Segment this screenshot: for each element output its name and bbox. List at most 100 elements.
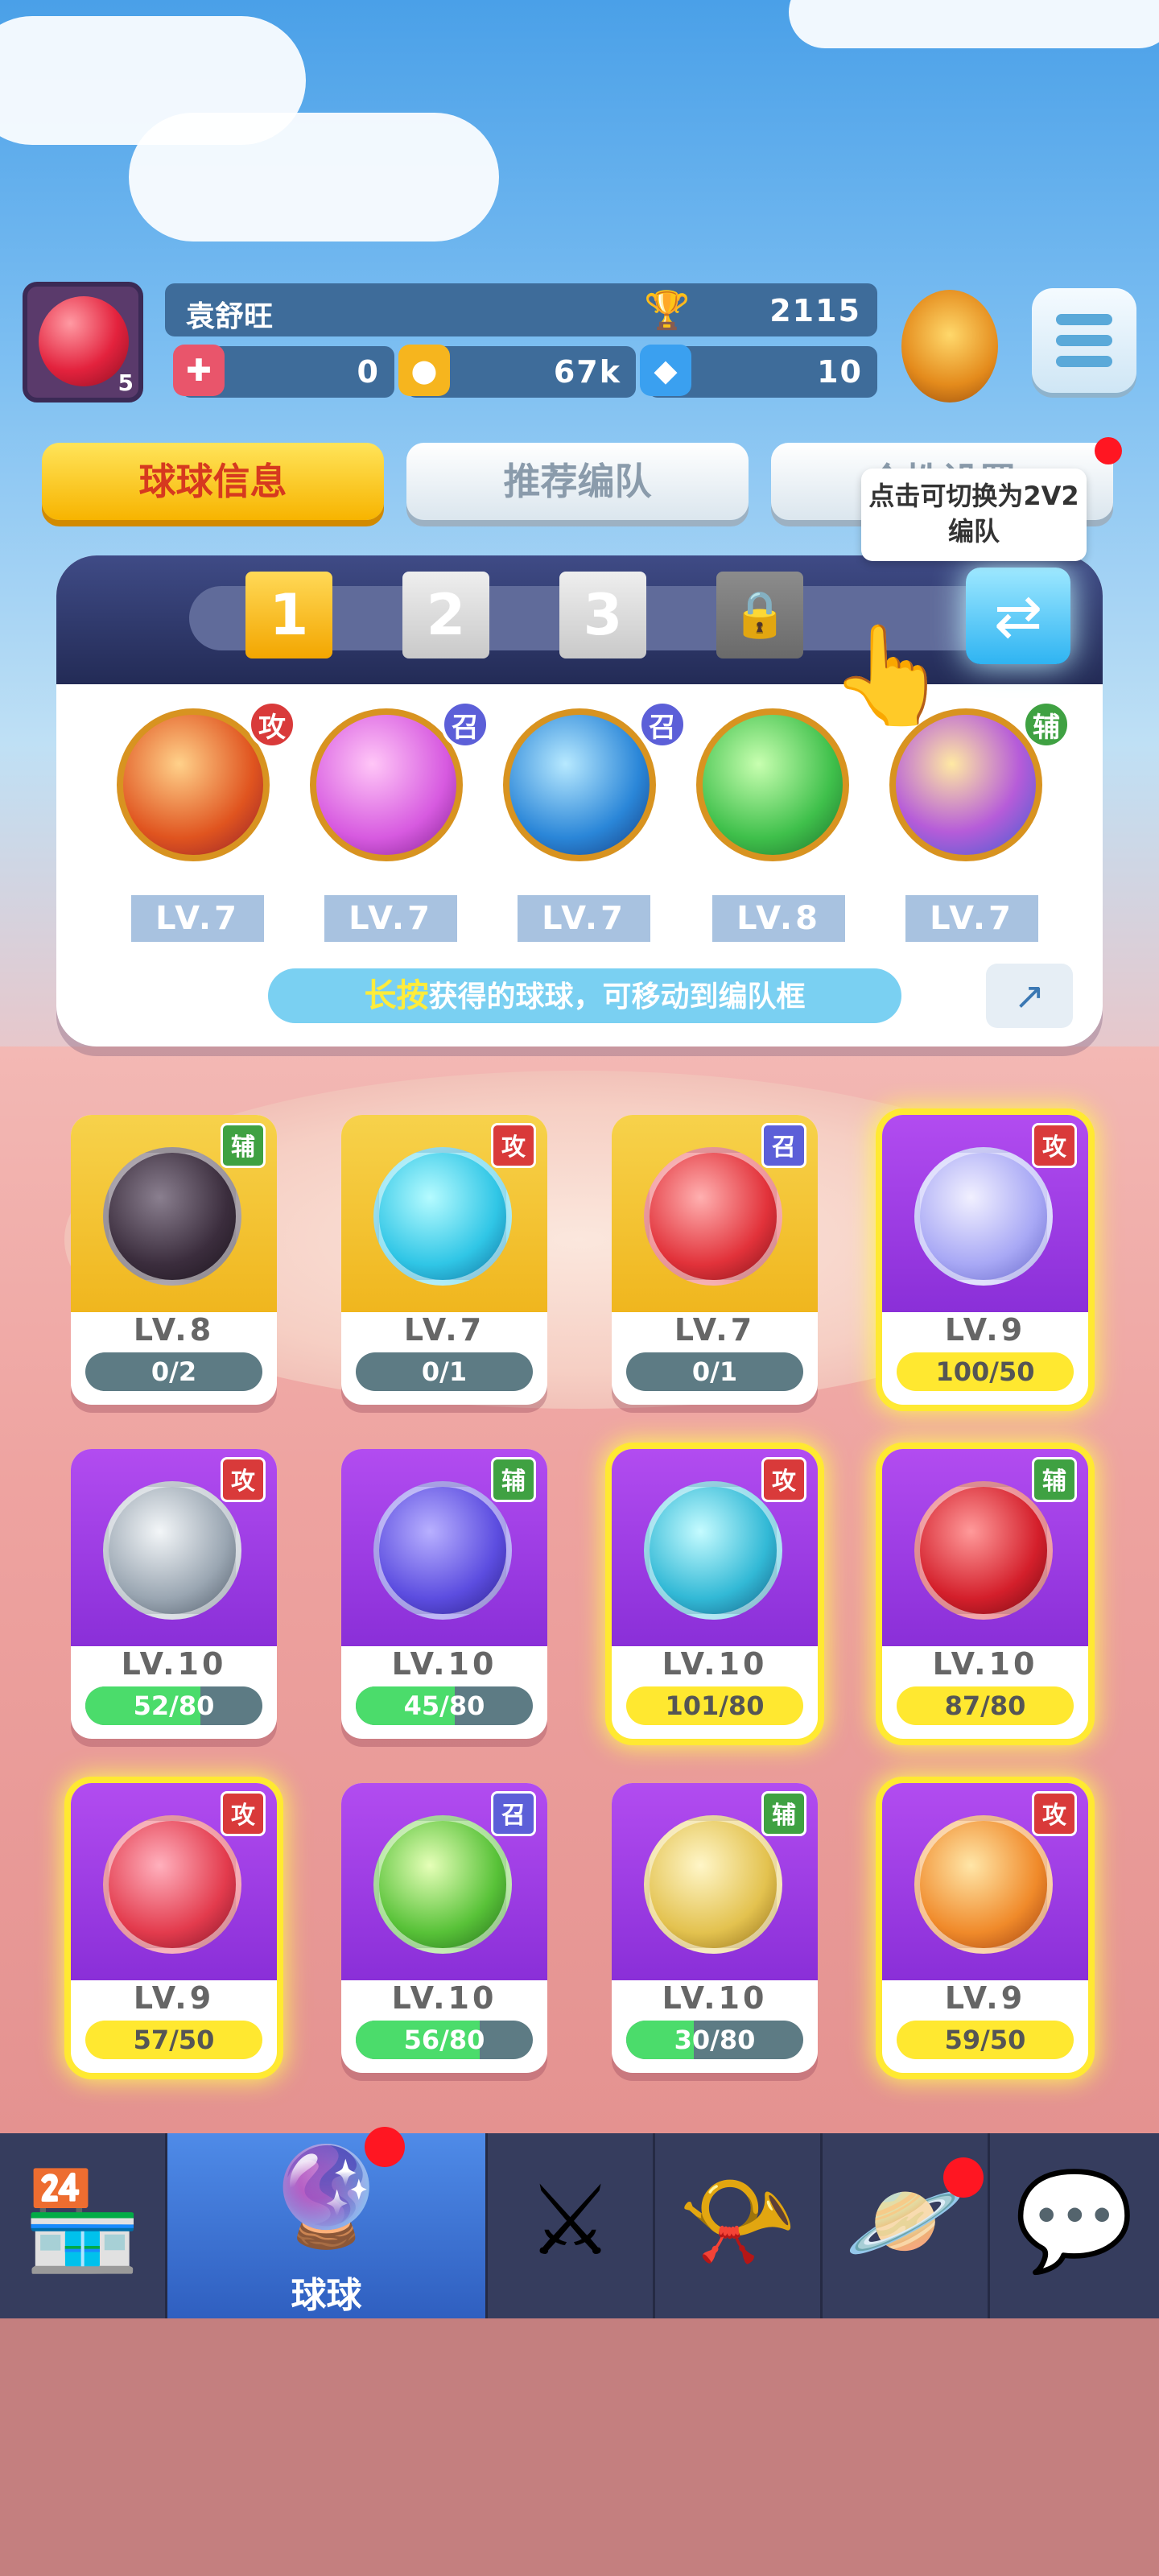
team-ball-level: LV.7 <box>324 895 457 942</box>
type-tag: 攻 <box>248 700 296 749</box>
pumpkin-ball-icon <box>644 1815 782 1954</box>
ball-card[interactable]: 攻 LV.10 101/80 <box>612 1449 818 1739</box>
card-level: LV.9 <box>133 1980 215 2016</box>
notification-dot <box>365 2127 405 2167</box>
gem-plus-icon: ◆ <box>640 345 691 396</box>
type-tag: 召 <box>638 700 687 749</box>
team-slot-3[interactable]: 3 <box>559 572 646 658</box>
trophy-count: 2115 <box>769 293 861 328</box>
resource-gem-value: 10 <box>817 354 863 390</box>
radiation-ball-icon <box>373 1815 512 1954</box>
ball-card[interactable]: 召 LV.10 56/80 <box>341 1783 547 2073</box>
nav-balls[interactable]: 🔮 球球 <box>167 2127 488 2318</box>
ball-card[interactable]: 攻 LV.7 0/1 <box>341 1115 547 1405</box>
progress-text: 57/50 <box>133 2025 215 2055</box>
type-tag: 攻 <box>491 1123 536 1168</box>
ball-card[interactable]: 攻 LV.9 57/50 <box>71 1783 277 2073</box>
ball-card[interactable]: 召 LV.7 0/1 <box>612 1115 818 1405</box>
tab-ball-info[interactable]: 球球信息 <box>42 443 384 520</box>
skull-ball-icon <box>103 1147 241 1286</box>
type-tag: 辅 <box>221 1123 266 1168</box>
nav-planet[interactable]: 🪐 <box>823 2133 990 2318</box>
card-progress: 52/80 <box>85 1686 262 1725</box>
type-tag: 辅 <box>1032 1457 1077 1502</box>
cloud <box>789 0 1159 48</box>
progress-text: 87/80 <box>944 1690 1026 1721</box>
progress-text: 52/80 <box>133 1690 215 1721</box>
type-tag: 召 <box>761 1123 806 1168</box>
card-progress: 100/50 <box>897 1352 1074 1391</box>
card-progress: 30/80 <box>626 2021 803 2059</box>
ball-card[interactable]: 攻 LV.9 59/50 <box>882 1783 1088 2073</box>
bubble-ball-icon <box>914 1147 1053 1286</box>
balls-icon: 🔮 <box>266 2141 387 2253</box>
trophy-icon: 🏆 <box>644 288 691 332</box>
swap-ball-icon <box>373 1481 512 1620</box>
cannon-ball-icon <box>644 1147 782 1286</box>
green-arrow-ball-icon[interactable] <box>696 708 849 861</box>
card-level: LV.9 <box>944 1312 1026 1348</box>
type-tag: 攻 <box>221 1791 266 1836</box>
battle-swords-icon: ⚔ <box>526 2165 614 2277</box>
card-level: LV.9 <box>944 1980 1026 2016</box>
team-slot-2[interactable]: 2 <box>402 572 489 658</box>
type-tag: 攻 <box>761 1457 806 1502</box>
card-level: LV.10 <box>662 1646 768 1682</box>
rank-badge-icon[interactable] <box>901 290 998 402</box>
team-ball-level: LV.7 <box>518 895 650 942</box>
dragon-ball-icon[interactable] <box>117 708 270 861</box>
type-tag: 辅 <box>761 1791 806 1836</box>
card-level: LV.10 <box>391 1646 497 1682</box>
player-name: 袁舒旺 <box>186 300 274 333</box>
resource-gem[interactable]: ◆ 10 <box>640 345 877 398</box>
progress-text: 0/1 <box>421 1356 468 1387</box>
player-avatar[interactable]: 5 <box>23 282 143 402</box>
ball-card[interactable]: 辅 LV.10 87/80 <box>882 1449 1088 1739</box>
nav-battle[interactable]: ⚔ <box>488 2133 655 2318</box>
ball-card[interactable]: 攻 LV.10 52/80 <box>71 1449 277 1739</box>
tab-recommended-team[interactable]: 推荐编队 <box>406 443 749 520</box>
mushroom-ball-icon[interactable] <box>310 708 463 861</box>
lightning-ball-icon <box>103 1815 241 1954</box>
resource-coin[interactable]: ● 67k <box>398 345 636 398</box>
ball-card[interactable]: 辅 LV.10 45/80 <box>341 1449 547 1739</box>
type-tag: 召 <box>491 1791 536 1836</box>
swap-icon: ⇄ <box>993 582 1043 650</box>
swap-2v2-button[interactable]: ⇄ <box>966 568 1070 664</box>
card-progress: 56/80 <box>356 2021 533 2059</box>
progress-text: 0/1 <box>691 1356 738 1387</box>
team-ball-level: LV.8 <box>712 895 845 942</box>
notification-dot <box>1095 437 1122 464</box>
team-ball-level: LV.7 <box>905 895 1038 942</box>
hint-text: 获得的球球，可移动到编队框 <box>428 980 806 1013</box>
ticket-plus-icon: ✚ <box>173 345 225 396</box>
bottom-nav: 🏪 🔮 球球 ⚔ 📯 🪐 💬 <box>0 2127 1159 2318</box>
card-progress: 0/1 <box>356 1352 533 1391</box>
share-button[interactable]: ↗ <box>986 964 1073 1028</box>
progress-text: 101/80 <box>665 1690 765 1721</box>
nav-whistle[interactable]: 📯 <box>655 2133 823 2318</box>
ice-wall-ball-icon[interactable] <box>503 708 656 861</box>
nav-social[interactable]: 💬 <box>990 2133 1159 2318</box>
resource-ticket[interactable]: ✚ 0 <box>173 345 394 398</box>
type-tag: 攻 <box>1032 1123 1077 1168</box>
ball-card[interactable]: 攻 LV.9 100/50 <box>882 1115 1088 1405</box>
resource-coin-value: 67k <box>553 354 621 390</box>
pointing-hand-icon: 👆 <box>829 620 950 732</box>
nav-shop[interactable]: 🏪 <box>0 2133 167 2318</box>
menu-button[interactable] <box>1032 288 1136 393</box>
progress-text: 0/2 <box>151 1356 197 1387</box>
fire-ball-avatar-icon <box>39 296 129 386</box>
team-slot-1[interactable]: 1 <box>245 572 332 658</box>
nav-balls-label: 球球 <box>291 2275 362 2316</box>
lock-icon[interactable]: 🔒 <box>716 572 803 658</box>
ball-card[interactable]: 辅 LV.8 0/2 <box>71 1115 277 1405</box>
ball-card[interactable]: 辅 LV.10 30/80 <box>612 1783 818 2073</box>
progress-text: 56/80 <box>403 2025 485 2055</box>
resource-ticket-value: 0 <box>357 354 380 390</box>
card-progress: 59/50 <box>897 2021 1074 2059</box>
type-tag: 辅 <box>491 1457 536 1502</box>
card-progress: 0/2 <box>85 1352 262 1391</box>
hint-bar: 长按获得的球球，可移动到编队框 <box>268 968 901 1023</box>
card-level: LV.10 <box>932 1646 1038 1682</box>
